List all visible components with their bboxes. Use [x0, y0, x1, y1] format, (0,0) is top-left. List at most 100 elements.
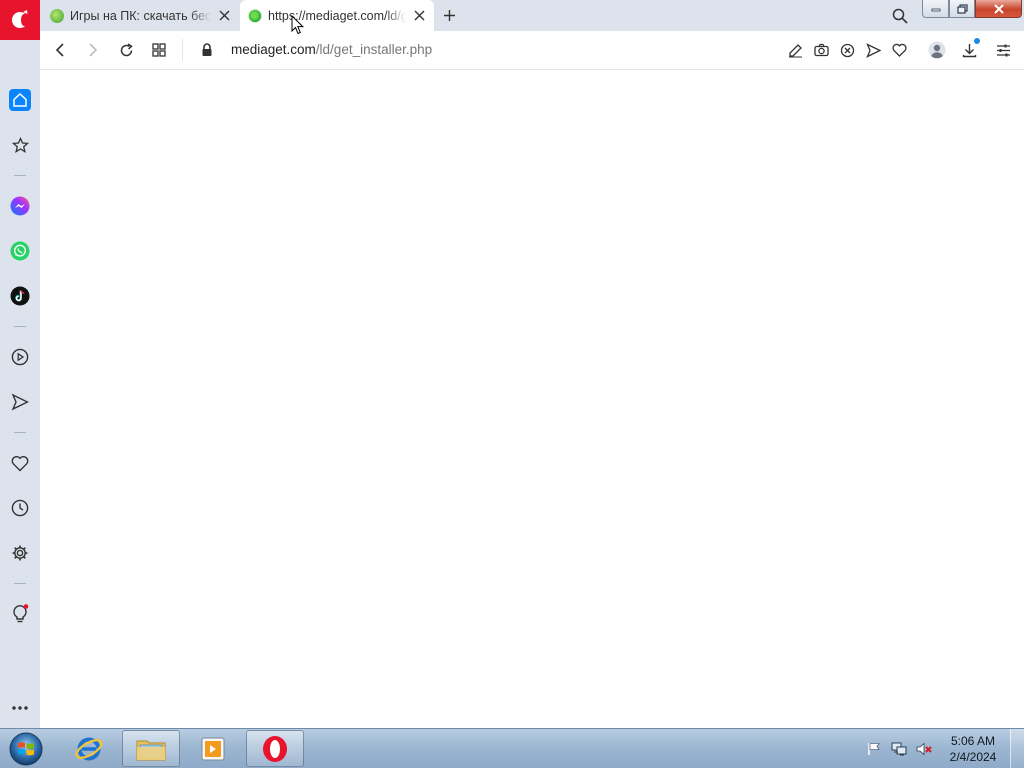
clock-icon	[11, 499, 29, 517]
home-icon	[13, 92, 27, 107]
tab-title: Игры на ПК: скачать бесп	[70, 8, 211, 23]
play-circle-icon	[11, 348, 29, 366]
speaker-muted-icon	[916, 742, 932, 756]
url-path: /ld/get_installer.php	[315, 42, 433, 57]
forward-arrow-icon	[89, 43, 98, 57]
gear-icon	[12, 545, 28, 561]
profile-button[interactable]	[927, 40, 947, 60]
taskbar-internet-explorer[interactable]	[60, 730, 118, 767]
back-arrow-icon	[55, 43, 64, 57]
restore-button[interactable]	[949, 0, 975, 18]
sidebar-item-favorites[interactable]	[9, 452, 31, 474]
system-clock[interactable]: 5:06 AM 2/4/2024	[942, 733, 1004, 765]
network-icon	[891, 742, 907, 756]
downloads-button[interactable]	[959, 38, 980, 60]
grid-icon	[152, 43, 166, 57]
download-badge	[974, 38, 980, 44]
download-icon	[962, 43, 976, 57]
action-center-flag[interactable]	[866, 741, 882, 757]
close-icon[interactable]	[217, 9, 231, 23]
minimize-icon	[931, 8, 940, 11]
taskbar: 5:06 AM 2/4/2024	[0, 728, 1024, 768]
sidebar	[0, 40, 40, 728]
show-desktop-button[interactable]	[1010, 729, 1024, 768]
window-close-button[interactable]	[975, 0, 1022, 18]
send-icon	[865, 42, 881, 58]
folder-icon	[136, 740, 166, 760]
sidebar-item-send[interactable]	[9, 391, 31, 413]
minimize-button[interactable]	[922, 0, 949, 18]
start-button[interactable]	[6, 731, 46, 767]
network-status[interactable]	[891, 741, 907, 757]
plus-icon	[443, 9, 455, 21]
screen: Игры на ПК: скачать бесп https://mediage…	[0, 0, 1024, 768]
sidebar-item-settings[interactable]	[9, 542, 31, 564]
lock-icon[interactable]	[200, 42, 214, 58]
restore-icon	[956, 3, 968, 14]
clock-date: 2/4/2024	[949, 750, 997, 764]
sidebar-item-history[interactable]	[9, 497, 31, 519]
send-icon	[11, 393, 29, 411]
more-dots-icon	[12, 706, 28, 710]
tab-title: https://mediaget.com/ld/g	[268, 8, 406, 23]
back-button[interactable]	[50, 40, 70, 60]
messenger-icon	[10, 196, 30, 216]
taskbar-windows-explorer[interactable]	[122, 730, 180, 767]
address-toolbar: mediaget.com/ld/get_installer.php	[40, 31, 1024, 70]
tiktok-icon	[10, 286, 30, 306]
sidebar-divider	[14, 583, 26, 584]
ad-block-icon	[840, 43, 854, 57]
user-avatar-icon	[928, 41, 946, 59]
url-domain: mediaget.com	[231, 42, 316, 57]
edit-icon	[788, 43, 802, 57]
camera-icon	[813, 43, 829, 57]
send-button[interactable]	[863, 40, 883, 60]
speed-dial-button[interactable]	[149, 40, 169, 60]
taskbar-media-player[interactable]	[184, 730, 242, 767]
opera-menu-button[interactable]	[0, 0, 40, 40]
ad-blocker-button[interactable]	[837, 40, 857, 60]
settings-sliders-icon	[996, 44, 1010, 56]
lightbulb-icon	[13, 604, 29, 623]
flag-icon	[868, 743, 880, 755]
sidebar-more-button[interactable]	[9, 697, 31, 719]
reload-button[interactable]	[116, 40, 136, 60]
opera-logo-icon	[12, 10, 28, 28]
edit-button[interactable]	[785, 40, 805, 60]
snapshot-button[interactable]	[811, 40, 831, 60]
new-tab-button[interactable]	[440, 6, 458, 24]
heart-icon	[891, 43, 907, 57]
taskbar-opera[interactable]	[246, 730, 304, 767]
opera-icon	[263, 735, 287, 762]
page-content[interactable]	[40, 70, 1024, 728]
tab-search-button[interactable]	[890, 6, 910, 26]
sidebar-item-tiktok[interactable]	[9, 285, 31, 307]
internet-explorer-icon	[75, 737, 103, 760]
sidebar-item-home[interactable]	[9, 89, 31, 111]
media-player-icon	[201, 737, 225, 760]
sidebar-divider	[14, 432, 26, 433]
mouse-cursor-icon	[291, 15, 305, 35]
add-to-favorites-button[interactable]	[889, 40, 909, 60]
sidebar-divider	[14, 326, 26, 327]
easy-setup-button[interactable]	[993, 40, 1013, 60]
sidebar-item-bookmarks[interactable]	[9, 134, 31, 156]
address-field[interactable]: mediaget.com/ld/get_installer.php	[231, 42, 432, 57]
sidebar-divider	[14, 175, 26, 176]
forward-button[interactable]	[83, 40, 103, 60]
sidebar-item-messenger[interactable]	[9, 195, 31, 217]
tab-games[interactable]: Игры на ПК: скачать бесп	[42, 0, 239, 31]
sidebar-item-whatsapp[interactable]	[9, 240, 31, 262]
sidebar-item-tips[interactable]	[9, 603, 31, 625]
toolbar-divider	[182, 39, 183, 61]
sidebar-item-player[interactable]	[9, 346, 31, 368]
tab-mediaget-installer[interactable]: https://mediaget.com/ld/g	[240, 0, 434, 31]
close-icon[interactable]	[412, 9, 426, 23]
search-icon	[892, 8, 908, 24]
clock-time: 5:06 AM	[950, 734, 996, 748]
close-icon	[993, 3, 1004, 14]
windows-start-icon	[9, 732, 43, 766]
heart-icon	[11, 455, 29, 471]
whatsapp-icon	[10, 241, 30, 261]
volume-muted[interactable]	[916, 741, 932, 757]
